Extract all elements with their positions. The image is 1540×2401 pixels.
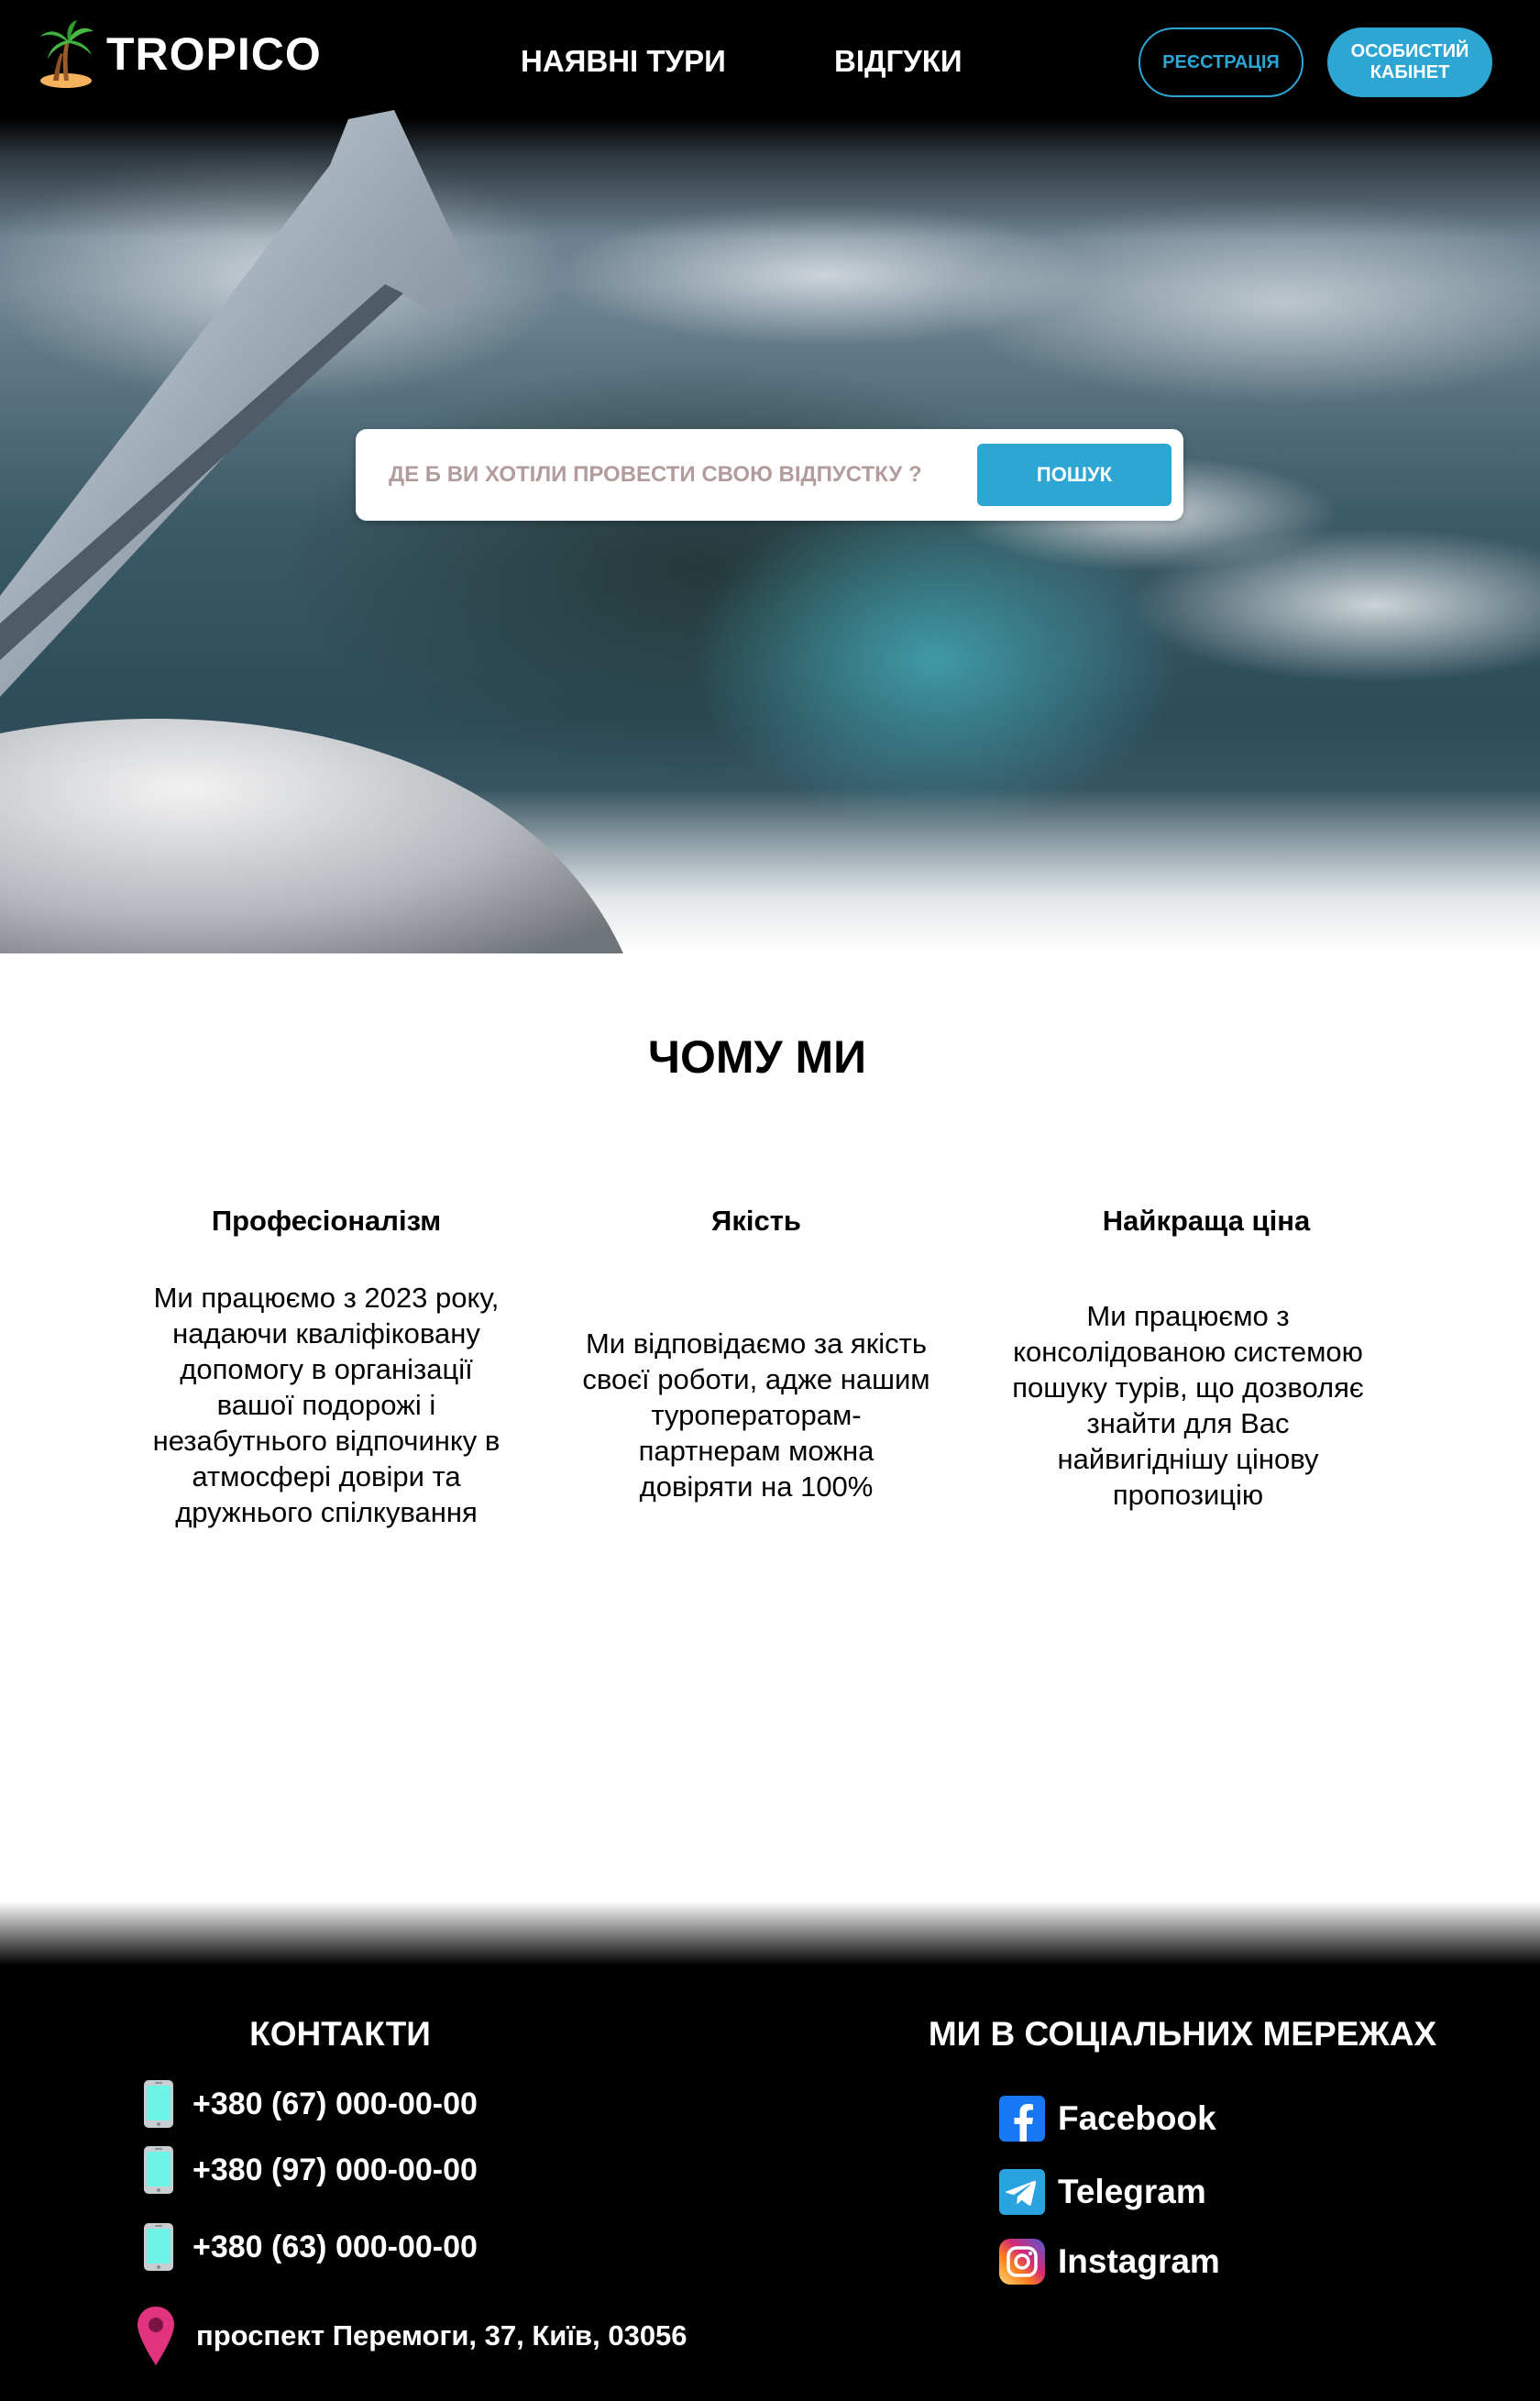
- phone-number: +380 (63) 000-00-00: [192, 2229, 478, 2264]
- social-label: Facebook: [1058, 2099, 1216, 2137]
- social-title: МИ В СОЦІАЛЬНИХ МЕРЕЖАХ: [928, 2015, 1437, 2053]
- airplane-engine-image: [0, 719, 623, 953]
- social-label: Instagram: [1058, 2242, 1220, 2280]
- nav-available-tours[interactable]: НАЯВНІ ТУРИ: [521, 44, 726, 79]
- site-footer: КОНТАКТИ +380 (67) 000-00-00 +380 (97) 0…: [0, 1966, 1540, 2401]
- feature-line: Ми працюємо з: [1086, 1300, 1290, 1332]
- instagram-icon: [999, 2239, 1045, 2285]
- feature-line: партнерам можна: [638, 1435, 874, 1467]
- feature-line: пошуку турів, що дозволяє: [1012, 1371, 1364, 1404]
- feature-line: знайти для Вас: [1086, 1407, 1290, 1439]
- feature-line: допомогу в організації: [180, 1353, 473, 1385]
- feature-line: надаючи кваліфіковану: [172, 1317, 480, 1349]
- feature-title-professionalism: Професіоналізм: [211, 1205, 442, 1237]
- brand-logo[interactable]: TROPICO: [35, 20, 322, 88]
- facebook-link[interactable]: Facebook: [999, 2096, 1216, 2142]
- feature-line: Ми відповідаємо за якість: [585, 1327, 928, 1360]
- register-button[interactable]: РЕЄСТРАЦІЯ: [1138, 28, 1304, 97]
- brand-name: TROPICO: [106, 28, 322, 80]
- feature-line: довіряти на 100%: [639, 1470, 874, 1503]
- cabinet-label-line1: ОСОБИСТИЙ: [1350, 41, 1469, 61]
- why-us-title: ЧОМУ МИ: [647, 1031, 867, 1083]
- feature-line: незабутнього відпочинку в: [152, 1425, 500, 1457]
- site-header: TROPICO НАЯВНІ ТУРИ ВІДГУКИ РЕЄСТРАЦІЯ О…: [0, 0, 1540, 128]
- location-pin-icon: [138, 2307, 174, 2365]
- phone-contact-2[interactable]: +380 (97) 000-00-00: [143, 2145, 478, 2195]
- feature-line: туроператорам-: [651, 1399, 862, 1431]
- phone-contact-1[interactable]: +380 (67) 000-00-00: [143, 2079, 478, 2129]
- feature-text-best-price: Ми працюємо з консолідованою системою по…: [981, 1298, 1395, 1513]
- phone-contact-3[interactable]: +380 (63) 000-00-00: [143, 2222, 478, 2272]
- feature-text-professionalism: Ми працюємо з 2023 року, надаючи кваліфі…: [128, 1280, 524, 1530]
- phone-icon: [144, 2080, 173, 2128]
- feature-line: найвигіднішу цінову: [1057, 1443, 1319, 1475]
- cabinet-label-line2: КАБІНЕТ: [1370, 62, 1450, 83]
- feature-line: Ми працюємо з 2023 року,: [153, 1282, 500, 1314]
- social-label: Telegram: [1058, 2173, 1206, 2210]
- search-input[interactable]: [356, 429, 961, 521]
- footer-fade-divider: [0, 1901, 1540, 1966]
- phone-number: +380 (97) 000-00-00: [192, 2152, 478, 2187]
- airplane-wing-image: [0, 110, 477, 697]
- address-contact[interactable]: проспект Перемоги, 37, Київ, 03056: [134, 2305, 688, 2367]
- phone-number: +380 (67) 000-00-00: [192, 2086, 478, 2121]
- search-button[interactable]: ПОШУК: [977, 444, 1172, 506]
- contacts-title: КОНТАКТИ: [249, 2015, 431, 2053]
- personal-cabinet-button[interactable]: ОСОБИСТИЙ КАБІНЕТ: [1327, 28, 1492, 97]
- telegram-link[interactable]: Telegram: [999, 2169, 1206, 2215]
- feature-title-quality: Якість: [711, 1205, 801, 1237]
- feature-line: дружнього спілкування: [175, 1496, 478, 1528]
- feature-line: атмосфері довіри та: [192, 1460, 461, 1492]
- phone-icon: [144, 2223, 173, 2271]
- phone-icon: [144, 2146, 173, 2194]
- facebook-icon: [999, 2096, 1045, 2142]
- nav-reviews[interactable]: ВІДГУКИ: [834, 44, 962, 79]
- feature-line: вашої подорожі і: [216, 1389, 436, 1421]
- telegram-icon: [999, 2169, 1045, 2215]
- search-bar: ПОШУК: [356, 429, 1183, 521]
- feature-line: пропозицію: [1112, 1479, 1264, 1511]
- address-text: проспект Перемоги, 37, Київ, 03056: [196, 2319, 688, 2351]
- feature-text-quality: Ми відповідаємо за якість своєї роботи, …: [559, 1326, 953, 1504]
- instagram-link[interactable]: Instagram: [999, 2239, 1220, 2285]
- palm-tree-icon: [40, 20, 94, 88]
- feature-title-best-price: Найкраща ціна: [1102, 1205, 1311, 1237]
- feature-line: консолідованою системою: [1013, 1336, 1363, 1368]
- feature-line: своєї роботи, адже нашим: [582, 1363, 930, 1395]
